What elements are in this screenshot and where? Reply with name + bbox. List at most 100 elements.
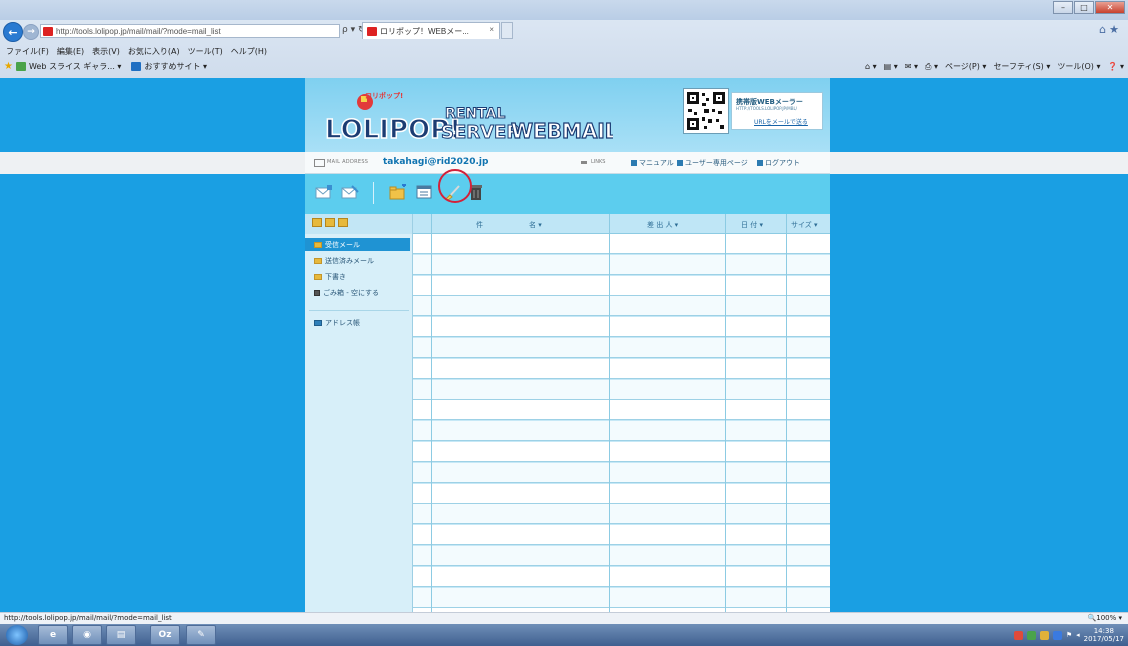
column-sender[interactable]: 差 出 人 ▾ — [647, 220, 678, 230]
table-row[interactable] — [413, 462, 830, 483]
address-book-link[interactable]: アドレス帳 — [305, 316, 410, 329]
taskbar-ie[interactable]: e — [38, 625, 68, 645]
table-row[interactable] — [413, 275, 830, 296]
rename-folder-icon[interactable] — [325, 218, 335, 227]
column-divider — [431, 214, 432, 612]
cmd-tools[interactable]: ツール(O) ▾ — [1057, 61, 1100, 72]
logout-link[interactable]: ログアウト — [757, 158, 800, 168]
arrow-left-icon: ← — [8, 25, 18, 39]
address-book-icon[interactable] — [415, 184, 433, 200]
print-icon[interactable]: ⎙ ▾ — [925, 62, 938, 72]
zoom-level[interactable]: 🔍100% ▾ — [1088, 614, 1122, 622]
tray-app-icon[interactable] — [1013, 630, 1023, 640]
start-button[interactable] — [6, 625, 28, 645]
column-subject-b[interactable]: 名 ▾ — [529, 220, 542, 230]
tray-app-icon[interactable] — [1052, 630, 1062, 640]
taskbar-paint[interactable]: ✎ — [186, 625, 216, 645]
highlight-circle-annotation — [438, 169, 472, 203]
folder-inbox[interactable]: 受信メール — [305, 238, 410, 251]
send-url-link[interactable]: URLをメールで送る — [754, 117, 808, 126]
folder-trash-label: ごみ箱 - 空にする — [323, 288, 380, 297]
table-row[interactable] — [413, 546, 830, 566]
links-icon — [581, 161, 587, 164]
links-label: LINKS — [591, 159, 606, 165]
delete-folder-icon[interactable] — [338, 218, 348, 227]
clock[interactable]: 14:38 2017/05/17 — [1084, 627, 1124, 643]
column-subject-a[interactable]: 件 — [476, 220, 483, 230]
table-row[interactable] — [413, 400, 830, 421]
table-row[interactable] — [413, 587, 830, 608]
menu-help[interactable]: ヘルプ(H) — [231, 46, 267, 57]
maximize-button[interactable]: □ — [1074, 1, 1094, 14]
tray-app-icon[interactable] — [1026, 630, 1036, 640]
fav-suggested-sites[interactable]: おすすめサイト ▾ — [131, 61, 207, 72]
user-page-link[interactable]: ユーザー専用ページ — [677, 158, 748, 168]
table-row[interactable] — [413, 379, 830, 400]
forward-button[interactable]: → — [23, 24, 39, 40]
column-divider — [609, 214, 610, 612]
column-divider — [786, 214, 787, 612]
table-row[interactable] — [413, 317, 830, 338]
table-row[interactable] — [413, 338, 830, 358]
back-button[interactable]: ← — [3, 22, 23, 42]
cmd-safety[interactable]: セーフティ(S) ▾ — [993, 61, 1050, 72]
banner: LOLIPOP! RENTAL SERVER WEBMAILER ロリポップ! … — [305, 78, 830, 152]
taskbar-chrome[interactable]: ◉ — [72, 625, 102, 645]
column-date[interactable]: 日 付 ▾ — [741, 220, 763, 230]
table-row[interactable] — [413, 566, 830, 587]
table-row[interactable] — [413, 234, 830, 254]
home-favorites-icon[interactable]: ⌂★ — [1099, 23, 1122, 36]
new-tab-button[interactable] — [501, 22, 513, 39]
fav-web-slice[interactable]: Web スライス ギャラ... ▾ — [15, 61, 121, 72]
new-folder-icon[interactable] — [389, 184, 407, 200]
mail-address-label: MAIL ADDRESS — [327, 159, 369, 165]
column-size[interactable]: サイズ ▾ — [791, 220, 818, 230]
folder-drafts[interactable]: 下書き — [305, 270, 410, 283]
minimize-button[interactable]: – — [1053, 1, 1073, 14]
fav-suggested-label: おすすめサイト ▾ — [144, 62, 208, 71]
tray-app-icon[interactable] — [1039, 630, 1049, 640]
mail-icon[interactable]: ✉ ▾ — [905, 62, 918, 71]
table-row[interactable] — [413, 442, 830, 462]
link-bullet-icon — [757, 160, 763, 166]
menu-bar: ファイル(F) 編集(E) 表示(V) お気に入り(A) ツール(T) ヘルプ(… — [0, 44, 1128, 58]
cmd-page[interactable]: ページ(P) ▾ — [945, 61, 986, 72]
folder-trash[interactable]: ごみ箱 - 空にする — [305, 286, 410, 299]
table-row[interactable] — [413, 525, 830, 546]
tray-flag-icon[interactable]: ⚑ — [1066, 631, 1072, 639]
table-row[interactable] — [413, 358, 830, 379]
menu-edit[interactable]: 編集(E) — [57, 46, 84, 57]
compose-mail-icon[interactable] — [341, 184, 359, 200]
receive-mail-icon[interactable] — [315, 184, 333, 200]
folder-icon — [314, 257, 322, 264]
tab-close-icon[interactable]: × — [489, 25, 494, 34]
account-info-bar: MAIL ADDRESS takahagi@rid2020.jp LINKS マ… — [305, 152, 830, 174]
status-bar: http://tools.lolipop.jp/mail/mail/?mode=… — [0, 612, 1128, 624]
menu-favorites[interactable]: お気に入り(A) — [128, 46, 180, 57]
menu-tools[interactable]: ツール(T) — [188, 46, 223, 57]
user-page-link-label: ユーザー専用ページ — [685, 159, 748, 167]
menu-view[interactable]: 表示(V) — [92, 46, 120, 57]
table-row[interactable] — [413, 296, 830, 317]
mobile-webmailer-box: 携帯版WEBメーラー HTTP://TOOLS.LOLIPOP.JP/MBL/ … — [731, 92, 823, 130]
tray-volume-icon[interactable]: ◂ — [1076, 631, 1080, 639]
favorites-star-icon[interactable]: ★ — [4, 61, 13, 72]
address-bar[interactable]: http://tools.lolipop.jp/mail/mail/?mode=… — [40, 24, 340, 38]
table-row[interactable] — [413, 504, 830, 525]
help-icon[interactable]: ❓ ▾ — [1107, 62, 1124, 71]
menu-file[interactable]: ファイル(F) — [6, 46, 49, 57]
table-row[interactable] — [413, 254, 830, 275]
create-folder-icon[interactable] — [312, 218, 322, 227]
feeds-icon[interactable]: ▤ ▾ — [884, 62, 898, 71]
browser-tab[interactable]: ロリポップ！WEBメー... × — [362, 22, 500, 39]
folder-sent[interactable]: 送信済みメール — [305, 254, 410, 267]
taskbar-explorer[interactable]: ▤ — [106, 625, 136, 645]
home-icon[interactable]: ⌂ ▾ — [865, 62, 877, 71]
site-favicon-icon — [43, 26, 53, 36]
close-window-button[interactable]: ✕ — [1095, 1, 1125, 14]
clock-time: 14:38 — [1093, 627, 1114, 635]
table-row[interactable] — [413, 483, 830, 504]
table-row[interactable] — [413, 421, 830, 442]
manual-link[interactable]: マニュアル — [631, 158, 674, 168]
taskbar-outlook[interactable]: Oz — [150, 625, 180, 645]
